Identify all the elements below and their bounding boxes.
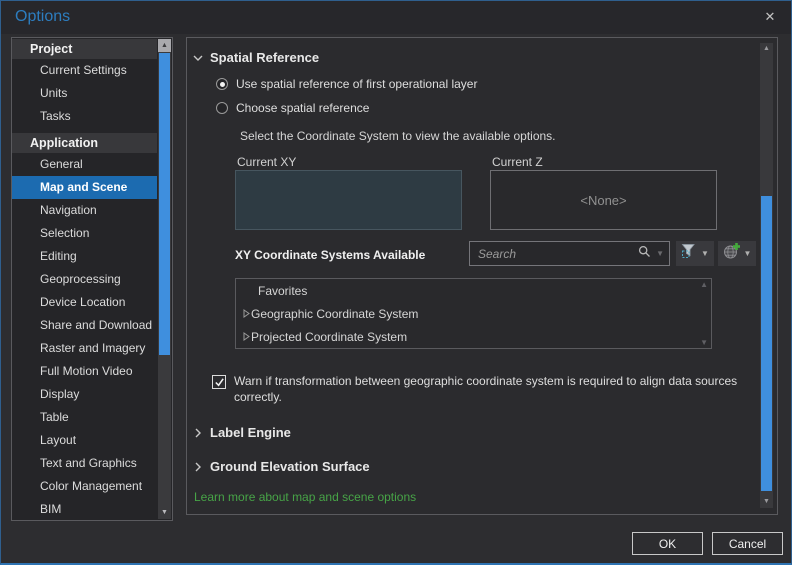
title-bar: Options ✕ bbox=[1, 1, 791, 34]
content-scroll-thumb[interactable] bbox=[761, 196, 772, 491]
radio-label: Use spatial reference of first operation… bbox=[236, 77, 478, 91]
search-box: ▼ bbox=[469, 241, 670, 266]
sidebar-item-share-and-download[interactable]: Share and Download bbox=[12, 314, 157, 337]
filter-funnel-icon bbox=[681, 243, 697, 264]
radio-unselected-icon[interactable] bbox=[216, 102, 228, 114]
close-icon[interactable]: ✕ bbox=[761, 8, 779, 26]
list-scroll-up-icon[interactable]: ▲ bbox=[700, 280, 708, 289]
warn-checkbox-row[interactable]: Warn if transformation between geographi… bbox=[212, 374, 742, 405]
sidebar-item-table[interactable]: Table bbox=[12, 406, 157, 429]
current-z-value: <None> bbox=[580, 192, 627, 208]
filter-dropdown-icon[interactable]: ▼ bbox=[701, 249, 709, 258]
sidebar-item-display[interactable]: Display bbox=[12, 383, 157, 406]
sidebar-item-units[interactable]: Units bbox=[12, 82, 157, 105]
list-scroll-down-icon[interactable]: ▼ bbox=[700, 338, 708, 347]
section-title: Spatial Reference bbox=[210, 50, 320, 65]
section-title: Ground Elevation Surface bbox=[210, 459, 370, 474]
chevron-right-icon bbox=[193, 462, 203, 472]
sidebar-header-application: Application bbox=[12, 133, 157, 153]
sidebar-item-tasks[interactable]: Tasks bbox=[12, 105, 157, 128]
search-dropdown-icon[interactable]: ▼ bbox=[656, 249, 664, 258]
sidebar-item-bim[interactable]: BIM bbox=[12, 498, 157, 520]
sidebar-item-full-motion-video[interactable]: Full Motion Video bbox=[12, 360, 157, 383]
list-item-label: Projected Coordinate System bbox=[251, 329, 408, 344]
settings-sidebar: Project Current Settings Units Tasks App… bbox=[11, 37, 173, 521]
section-spatial-reference[interactable]: Spatial Reference bbox=[193, 50, 319, 65]
list-item-label: Favorites bbox=[258, 283, 308, 298]
sidebar-item-general[interactable]: General bbox=[12, 153, 157, 176]
expand-arrow-icon[interactable] bbox=[236, 332, 251, 341]
scroll-up-icon[interactable]: ▲ bbox=[158, 39, 171, 52]
chevron-down-icon bbox=[193, 53, 203, 63]
scroll-up-icon[interactable]: ▲ bbox=[760, 43, 773, 55]
sidebar-item-selection[interactable]: Selection bbox=[12, 222, 157, 245]
scroll-down-icon[interactable]: ▼ bbox=[158, 506, 171, 519]
sidebar-item-raster-and-imagery[interactable]: Raster and Imagery bbox=[12, 337, 157, 360]
sidebar-scroll-thumb[interactable] bbox=[159, 53, 170, 355]
current-z-box: <None> bbox=[490, 170, 717, 230]
radio-selected-icon[interactable] bbox=[216, 78, 228, 90]
current-xy-box bbox=[235, 170, 462, 230]
coordinate-systems-list: Favorites Geographic Coordinate System P… bbox=[235, 278, 712, 349]
sidebar-item-geoprocessing[interactable]: Geoprocessing bbox=[12, 268, 157, 291]
sidebar-scrollbar[interactable]: ▲ ▼ bbox=[158, 39, 171, 519]
search-icon[interactable] bbox=[638, 245, 651, 263]
current-z-label: Current Z bbox=[492, 155, 543, 169]
options-dialog: Options ✕ Project Current Settings Units… bbox=[0, 0, 792, 565]
globe-dropdown-icon[interactable]: ▼ bbox=[744, 249, 752, 258]
filter-button[interactable]: ▼ bbox=[676, 241, 714, 266]
radio-row-first-layer[interactable]: Use spatial reference of first operation… bbox=[216, 77, 477, 91]
globe-add-icon bbox=[723, 242, 740, 265]
section-title: Label Engine bbox=[210, 425, 291, 440]
sidebar-item-device-location[interactable]: Device Location bbox=[12, 291, 157, 314]
sidebar-item-editing[interactable]: Editing bbox=[12, 245, 157, 268]
coordinate-system-hint: Select the Coordinate System to view the… bbox=[240, 129, 556, 143]
checkbox-checked-icon[interactable] bbox=[212, 375, 226, 389]
sidebar-item-text-and-graphics[interactable]: Text and Graphics bbox=[12, 452, 157, 475]
sidebar-item-color-management[interactable]: Color Management bbox=[12, 475, 157, 498]
radio-label: Choose spatial reference bbox=[236, 101, 370, 115]
current-xy-label: Current XY bbox=[237, 155, 297, 169]
sidebar-item-layout[interactable]: Layout bbox=[12, 429, 157, 452]
expand-arrow-icon[interactable] bbox=[236, 309, 251, 318]
ok-button[interactable]: OK bbox=[632, 532, 703, 555]
list-item-label: Geographic Coordinate System bbox=[251, 306, 419, 321]
dialog-title: Options bbox=[15, 8, 71, 25]
section-ground-elevation-surface[interactable]: Ground Elevation Surface bbox=[193, 459, 370, 474]
sidebar-item-navigation[interactable]: Navigation bbox=[12, 199, 157, 222]
chevron-right-icon bbox=[193, 428, 203, 438]
radio-row-choose[interactable]: Choose spatial reference bbox=[216, 101, 369, 115]
sidebar-item-current-settings[interactable]: Current Settings bbox=[12, 59, 157, 82]
scroll-down-icon[interactable]: ▼ bbox=[760, 496, 773, 508]
sidebar-item-map-and-scene[interactable]: Map and Scene bbox=[12, 176, 157, 199]
learn-more-link[interactable]: Learn more about map and scene options bbox=[194, 490, 416, 504]
cancel-button[interactable]: Cancel bbox=[712, 532, 783, 555]
warn-checkbox-label: Warn if transformation between geographi… bbox=[234, 374, 738, 404]
section-label-engine[interactable]: Label Engine bbox=[193, 425, 291, 440]
content-scrollbar[interactable]: ▲ ▼ bbox=[760, 43, 773, 508]
list-item-favorites[interactable]: Favorites bbox=[236, 279, 711, 302]
xy-available-label: XY Coordinate Systems Available bbox=[235, 248, 426, 262]
list-item-geographic-coordinate-system[interactable]: Geographic Coordinate System bbox=[236, 302, 711, 325]
list-item-projected-coordinate-system[interactable]: Projected Coordinate System bbox=[236, 325, 711, 348]
add-coordinate-system-button[interactable]: ▼ bbox=[718, 241, 756, 266]
options-content-panel: Spatial Reference Use spatial reference … bbox=[186, 37, 778, 515]
sidebar-header-project: Project bbox=[12, 39, 157, 59]
